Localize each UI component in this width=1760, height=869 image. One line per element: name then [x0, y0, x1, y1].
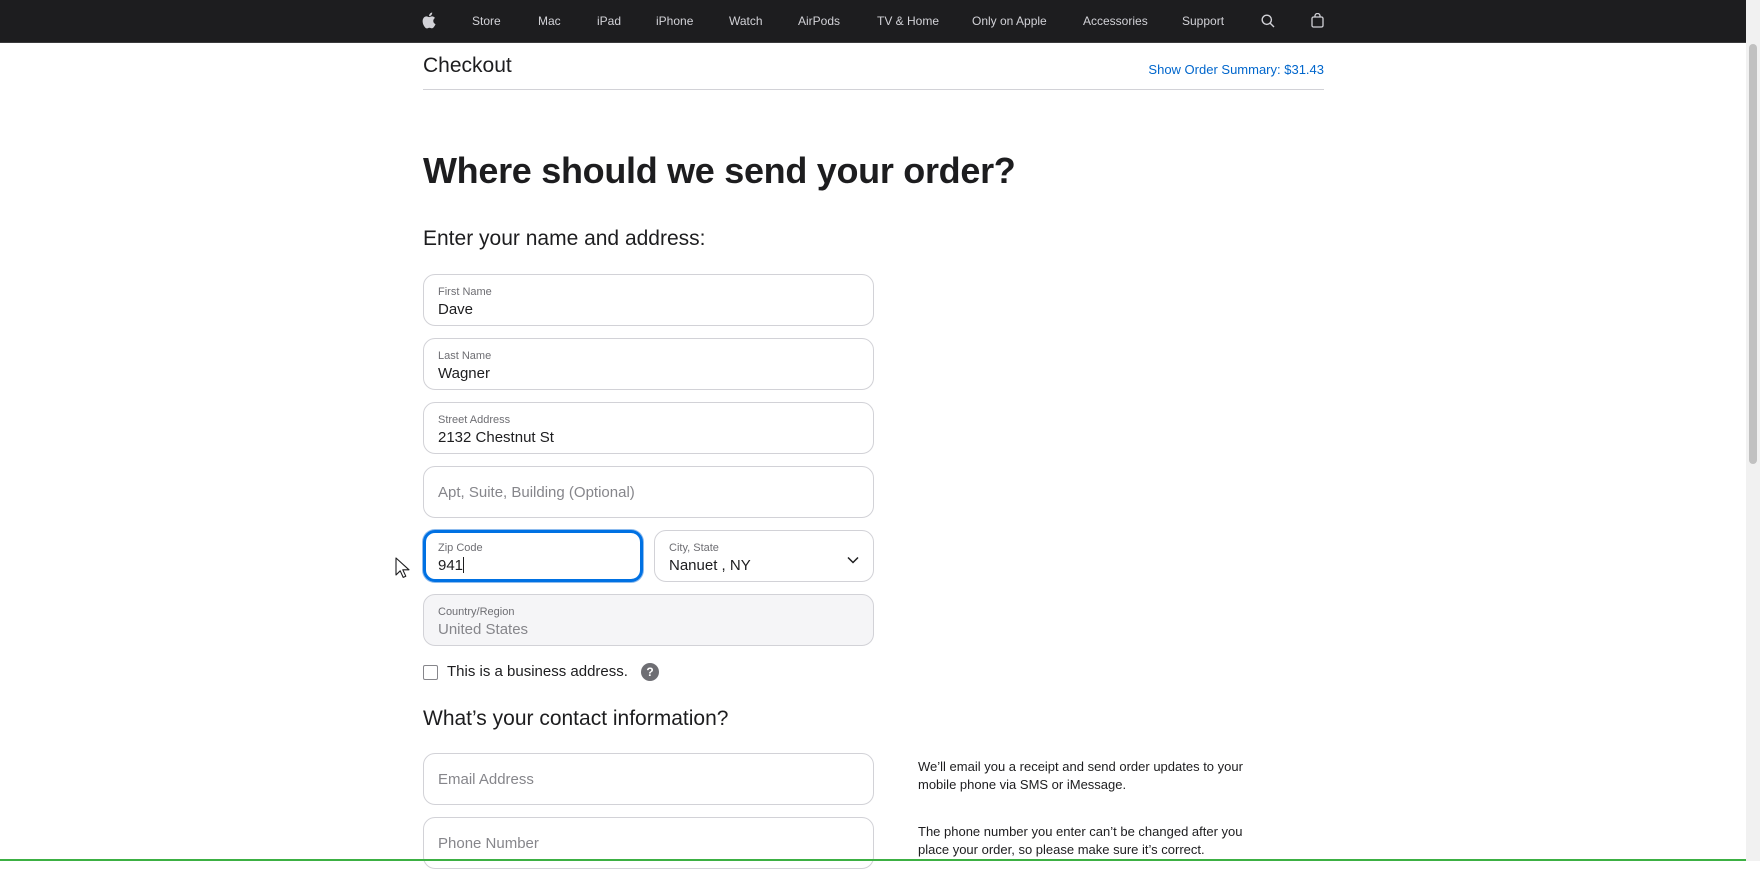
nav-item-store[interactable]: Store: [472, 0, 501, 42]
first-name-value: Dave: [438, 301, 474, 318]
zip-code-label: Zip Code: [438, 542, 483, 554]
apple-logo-icon[interactable]: [421, 12, 436, 34]
scrollbar-thumb[interactable]: [1749, 44, 1757, 464]
last-name-label: Last Name: [438, 350, 492, 362]
header-divider: [423, 89, 1324, 90]
nav-item-only-on-apple[interactable]: Only on Apple: [972, 0, 1047, 42]
shopping-bag-icon[interactable]: [1311, 12, 1324, 33]
street-address-value: 2132 Chestnut St: [438, 429, 554, 446]
first-name-field[interactable]: First Name Dave: [423, 274, 874, 326]
phone-info-note: The phone number you enter can’t be chan…: [918, 824, 1243, 857]
nav-item-support[interactable]: Support: [1182, 0, 1224, 42]
zip-code-value: 941: [438, 557, 464, 574]
mouse-cursor-icon: [395, 557, 411, 584]
text-caret: [463, 557, 465, 573]
last-name-field[interactable]: Last Name Wagner: [423, 338, 874, 390]
page-heading: Where should we send your order?: [423, 150, 1016, 191]
global-nav: Store Mac iPad iPhone Watch AirPods TV &…: [0, 0, 1760, 43]
email-address-placeholder: Email Address: [438, 771, 534, 788]
search-icon[interactable]: [1261, 14, 1275, 33]
email-info-note: We’ll email you a receipt and send order…: [918, 759, 1243, 792]
nav-item-accessories[interactable]: Accessories: [1083, 0, 1148, 42]
nav-item-mac[interactable]: Mac: [538, 0, 561, 42]
first-name-label: First Name: [438, 286, 492, 298]
vertical-scrollbar[interactable]: [1746, 0, 1760, 861]
nav-item-watch[interactable]: Watch: [729, 0, 763, 42]
nav-item-airpods[interactable]: AirPods: [798, 0, 840, 42]
zip-code-value-wrap: 941: [438, 557, 465, 574]
city-state-select[interactable]: City, State Nanuet , NY: [654, 530, 874, 582]
city-state-value: Nanuet , NY: [669, 557, 751, 574]
checkout-title: Checkout: [423, 54, 512, 77]
zip-code-field[interactable]: Zip Code 941: [423, 530, 643, 582]
last-name-value: Wagner: [438, 365, 490, 382]
country-region-label: Country/Region: [438, 606, 515, 618]
business-address-label[interactable]: This is a business address.: [447, 663, 628, 680]
street-address-label: Street Address: [438, 414, 511, 426]
country-region-value: United States: [438, 621, 529, 638]
show-order-summary-link[interactable]: Show Order Summary: $31.43: [1148, 62, 1324, 77]
nav-item-tv-home[interactable]: TV & Home: [877, 0, 939, 42]
business-address-checkbox[interactable]: [423, 665, 438, 680]
chevron-down-icon: [847, 551, 859, 569]
help-icon[interactable]: ?: [641, 663, 659, 681]
phone-number-placeholder: Phone Number: [438, 835, 539, 852]
address-section-heading: Enter your name and address:: [423, 227, 706, 250]
phone-number-field[interactable]: Phone Number: [423, 817, 874, 869]
nav-item-ipad[interactable]: iPad: [597, 0, 621, 42]
city-state-label: City, State: [669, 542, 719, 554]
country-region-field: Country/Region United States: [423, 594, 874, 646]
street-address-field[interactable]: Street Address 2132 Chestnut St: [423, 402, 874, 454]
apt-suite-field[interactable]: Apt, Suite, Building (Optional): [423, 466, 874, 518]
nav-item-iphone[interactable]: iPhone: [656, 0, 693, 42]
contact-section-heading: What’s your contact information?: [423, 707, 729, 730]
email-address-field[interactable]: Email Address: [423, 753, 874, 805]
apt-suite-placeholder: Apt, Suite, Building (Optional): [438, 484, 635, 501]
